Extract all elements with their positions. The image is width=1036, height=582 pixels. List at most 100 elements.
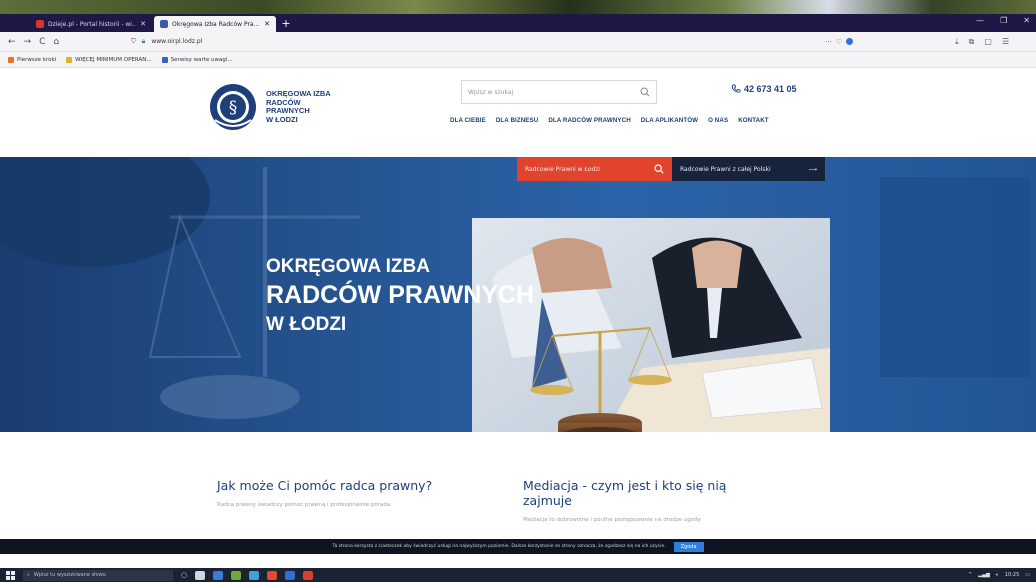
page-actions-icon[interactable]: ··· bbox=[825, 38, 832, 46]
menu-icon[interactable]: ☰ bbox=[1002, 37, 1009, 47]
url-field[interactable]: ⛉ 🔒︎ www.oirpl.lodz.pl ··· ♡ bbox=[127, 35, 857, 49]
article-excerpt: Mediacja to dobrowolne i poufne postępow… bbox=[523, 517, 701, 523]
app-icon[interactable] bbox=[249, 570, 260, 580]
task-view-icon[interactable]: ○ bbox=[181, 571, 187, 579]
cookie-text: Ta strona korzysta z ciasteczek aby świa… bbox=[332, 544, 666, 549]
menu-item-dla-ciebie[interactable]: DLA CIEBIE bbox=[450, 117, 486, 124]
close-window-icon[interactable]: ✕ bbox=[1023, 16, 1030, 25]
window-controls: — ❐ ✕ bbox=[976, 16, 1030, 25]
menu-item-dla-biznesu[interactable]: DLA BIZNESU bbox=[496, 117, 538, 124]
minimize-icon[interactable]: — bbox=[976, 16, 984, 25]
back-icon[interactable]: ← bbox=[8, 37, 16, 47]
menu-item-dla-radcow[interactable]: DLA RADCÓW PRAWNYCH bbox=[548, 117, 630, 124]
bookmark-label: WIĘCEJ MINIMUM OPERAN... bbox=[75, 56, 152, 63]
taskbar: ⌕ Wpisz tu wyszukiwane słowo ○ ^ ▂▄▆ 🔈︎ … bbox=[0, 568, 1036, 582]
app-icon[interactable] bbox=[213, 570, 224, 580]
menu-item-kontakt[interactable]: KONTAKT bbox=[738, 117, 769, 124]
bookmark-label: Pierwsze kroki bbox=[17, 56, 57, 63]
find-local-lawyers-button[interactable]: Radcowie Prawni w Łodzi bbox=[517, 157, 672, 181]
phone-contact[interactable]: 42 673 41 05 bbox=[731, 84, 797, 94]
main-menu: DLA CIEBIE DLA BIZNESU DLA RADCÓW PRAWNY… bbox=[450, 117, 769, 124]
tray-arrow-icon[interactable]: ^ bbox=[968, 572, 972, 578]
tab-title: Dzieje.pl - Portal historii - wi... bbox=[48, 20, 137, 28]
tab-favicon-icon bbox=[160, 20, 168, 28]
volume-icon[interactable]: 🔈︎ bbox=[996, 572, 999, 578]
bookmarks-bar: Pierwsze kroki WIĘCEJ MINIMUM OPERAN... … bbox=[0, 52, 1036, 68]
bookmark-icon bbox=[8, 56, 14, 63]
article-card[interactable]: Mediacja - czym jest i kto się nią zajmu… bbox=[523, 478, 773, 524]
site-logo[interactable]: § OKRĘGOWA IZBA RADCÓW PRAWNYCH W ŁODZI bbox=[208, 82, 346, 132]
taskbar-search-input[interactable]: ⌕ Wpisz tu wyszukiwane słowo bbox=[23, 569, 173, 581]
sidebar-icon[interactable]: ▢ bbox=[984, 37, 992, 47]
article-card[interactable]: Jak może Ci pomóc radca prawny? Radca pr… bbox=[217, 478, 467, 509]
close-tab-icon[interactable]: ✕ bbox=[140, 20, 146, 28]
bookmark-item[interactable]: WIĘCEJ MINIMUM OPERAN... bbox=[66, 56, 152, 63]
lock-icon: 🔒︎ bbox=[141, 37, 146, 45]
app-icon[interactable] bbox=[285, 570, 296, 580]
phone-icon bbox=[731, 84, 741, 93]
cookie-bar: Ta strona korzysta z ciasteczek aby świa… bbox=[0, 539, 1036, 554]
notifications-icon[interactable]: ▭ bbox=[1025, 572, 1030, 578]
shield-icon: ⛉ bbox=[131, 37, 136, 45]
article-title[interactable]: Jak może Ci pomóc radca prawny? bbox=[217, 478, 467, 493]
url-actions: ··· ♡ bbox=[825, 38, 854, 46]
hero-title-line-3: W ŁODZI bbox=[266, 314, 347, 335]
reload-icon[interactable]: C bbox=[39, 37, 45, 47]
library-icon[interactable]: ⧉ bbox=[969, 37, 975, 47]
tab-title: Okręgowa Izba Radców Pra... bbox=[172, 20, 260, 28]
app-icon[interactable] bbox=[195, 570, 206, 580]
search-icon: ⌕ bbox=[27, 572, 30, 578]
bookmark-icon bbox=[66, 56, 73, 63]
url-text: www.oirpl.lodz.pl bbox=[151, 38, 203, 45]
article-excerpt: Radca prawny świadczy pomoc prawną i pro… bbox=[217, 502, 391, 508]
tab-oirp[interactable]: Okręgowa Izba Radców Pra... ✕ bbox=[154, 16, 276, 32]
site-search-input[interactable]: Wpisz w szukaj bbox=[461, 80, 657, 104]
close-tab-icon[interactable]: ✕ bbox=[264, 20, 270, 28]
hero-title-line-1: OKRĘGOWA IZBA bbox=[266, 256, 430, 277]
star-icon[interactable] bbox=[846, 38, 854, 45]
tab-bar: Dzieje.pl - Portal historii - wi... ✕ Ok… bbox=[0, 14, 1036, 32]
find-all-lawyers-label: Radcowie Prawni z całej Polski bbox=[680, 165, 771, 173]
menu-item-dla-aplikantow[interactable]: DLA APLIKANTÓW bbox=[641, 117, 698, 124]
tab-favicon-icon bbox=[36, 20, 44, 28]
clock[interactable]: 10:25 bbox=[1005, 572, 1019, 578]
maximize-icon[interactable]: ❐ bbox=[1000, 16, 1007, 25]
windows-start-icon[interactable] bbox=[6, 570, 15, 580]
bookmark-item[interactable]: Serwisy warte uwagi... bbox=[161, 56, 233, 63]
toolbar-icons: ⤓ ⧉ ▢ ☰ bbox=[955, 37, 1009, 47]
tab-dzieje[interactable]: Dzieje.pl - Portal historii - wi... ✕ bbox=[30, 16, 152, 32]
bookmark-item[interactable]: Pierwsze kroki bbox=[8, 56, 57, 63]
photo-background-top bbox=[0, 0, 1036, 14]
bookmark-label: Serwisy warte uwagi... bbox=[170, 56, 233, 63]
arrow-right-icon: ⟶ bbox=[808, 165, 817, 173]
search-icon bbox=[654, 164, 664, 174]
taskbar-search-placeholder: Wpisz tu wyszukiwane słowo bbox=[33, 572, 106, 578]
find-local-lawyers-label: Radcowie Prawni w Łodzi bbox=[525, 165, 601, 173]
pocket-icon[interactable]: ♡ bbox=[836, 38, 842, 46]
article-title[interactable]: Mediacja - czym jest i kto się nią zajmu… bbox=[523, 478, 773, 508]
logo-text: OKRĘGOWA IZBA RADCÓW PRAWNYCH W ŁODZI bbox=[266, 89, 346, 124]
bookmark-icon bbox=[161, 56, 168, 63]
new-tab-button[interactable]: + bbox=[278, 16, 294, 32]
hero-title: OKRĘGOWA IZBA RADCÓW PRAWNYCH W ŁODZI bbox=[266, 255, 534, 339]
app-icon[interactable] bbox=[267, 570, 278, 580]
hero-banner: Radcowie Prawni w Łodzi Radcowie Prawni … bbox=[0, 157, 1036, 432]
app-icon[interactable] bbox=[303, 570, 314, 580]
home-icon[interactable]: ⌂ bbox=[53, 37, 59, 47]
download-icon[interactable]: ⤓ bbox=[955, 37, 959, 47]
search-placeholder: Wpisz w szukaj bbox=[468, 88, 514, 96]
system-tray: ^ ▂▄▆ 🔈︎ 10:25 ▭ bbox=[968, 572, 1030, 578]
menu-item-o-nas[interactable]: O NAS bbox=[708, 117, 728, 124]
cookie-accept-button[interactable]: Zgoda bbox=[673, 541, 704, 552]
app-icon[interactable] bbox=[231, 570, 242, 580]
hero-title-line-2: RADCÓW PRAWNYCH bbox=[266, 281, 535, 309]
svg-text:§: § bbox=[229, 98, 238, 118]
network-icon[interactable]: ▂▄▆ bbox=[978, 572, 990, 578]
logo-line: RADCÓW PRAWNYCH bbox=[266, 97, 310, 115]
content-section: Jak może Ci pomóc radca prawny? Radca pr… bbox=[0, 432, 1036, 542]
forward-icon[interactable]: → bbox=[24, 37, 32, 47]
paragraph-seal-icon: § bbox=[210, 84, 256, 130]
navigation-bar: ← → C ⌂ ⛉ 🔒︎ www.oirpl.lodz.pl ··· ♡ ⤓ ⧉… bbox=[0, 32, 1036, 52]
search-icon[interactable] bbox=[640, 87, 650, 97]
find-all-lawyers-button[interactable]: Radcowie Prawni z całej Polski ⟶ bbox=[672, 157, 825, 181]
